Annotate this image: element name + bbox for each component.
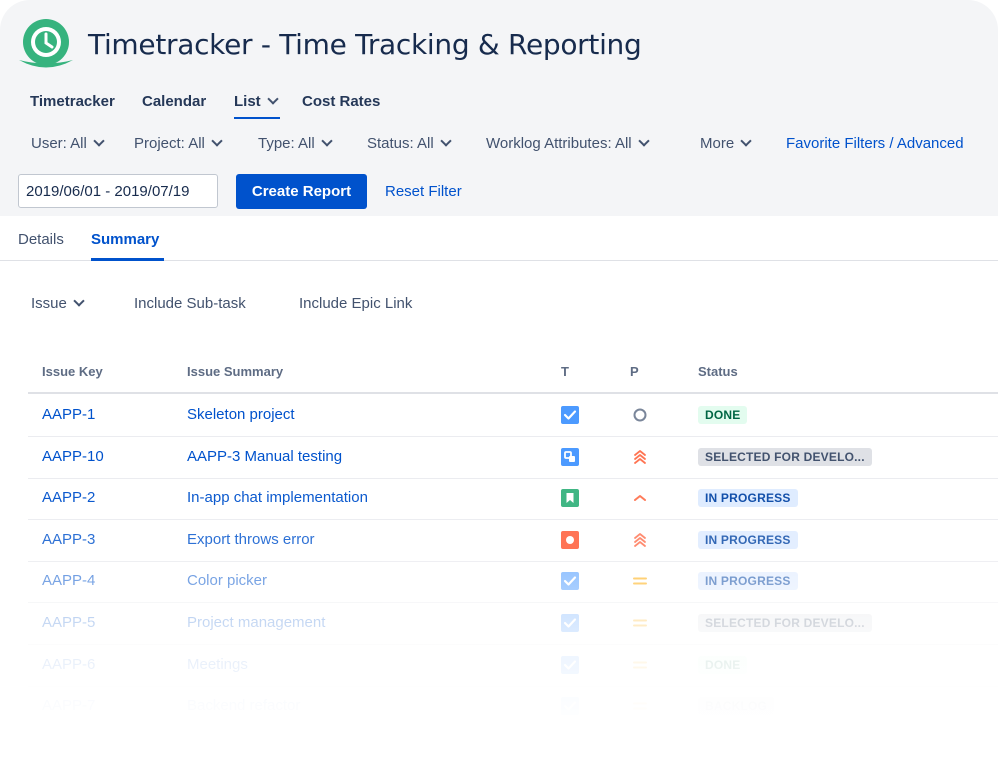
chevron-down-icon <box>93 135 105 147</box>
filter-worklog-attributes[interactable]: Worklog Attributes: All <box>486 135 650 152</box>
nav-active-indicator <box>234 117 280 119</box>
column-header-type[interactable]: T <box>561 364 569 379</box>
favorite-filters-link[interactable]: Favorite Filters / Advanced <box>786 135 964 152</box>
timetracker-logo-icon <box>19 19 73 68</box>
filter-status[interactable]: Status: All <box>367 135 452 152</box>
chevron-down-icon <box>637 135 650 147</box>
filter-user[interactable]: User: All <box>31 135 105 152</box>
filter-type-label: Type: All <box>258 135 315 152</box>
tab-details[interactable]: Details <box>18 231 64 248</box>
status-badge: IN PROGRESS <box>698 489 798 508</box>
status-badge: SELECTED FOR DEVELO... <box>698 614 872 632</box>
issue-key-link[interactable]: AAPP-3 <box>42 531 95 548</box>
tab-active-indicator <box>91 258 164 261</box>
nav-cost-rates[interactable]: Cost Rates <box>302 93 380 110</box>
app-title: Timetracker - Time Tracking & Reporting <box>88 28 642 61</box>
priority-highest-icon <box>632 532 648 548</box>
column-header-issue-key[interactable]: Issue Key <box>42 364 103 379</box>
issue-key-link[interactable]: AAPP-6 <box>42 656 95 673</box>
issue-summary-link[interactable]: Project management <box>187 614 325 631</box>
issue-key-link[interactable]: AAPP-1 <box>42 406 95 423</box>
chevron-down-icon <box>440 135 452 147</box>
chevron-down-icon <box>321 135 333 147</box>
nav-timetracker[interactable]: Timetracker <box>30 93 115 110</box>
task-type-icon <box>561 655 579 674</box>
table-row[interactable]: AAPP-4 Color picker IN PROGRESS <box>28 560 998 604</box>
story-type-icon <box>561 489 579 508</box>
filter-project[interactable]: Project: All <box>134 135 223 152</box>
nav-list-label: List <box>234 93 261 110</box>
issue-key-link[interactable]: AAPP-2 <box>42 489 95 506</box>
issue-key-link[interactable]: AAPP-5 <box>42 614 95 631</box>
issue-summary-link[interactable]: Meetings <box>187 656 248 673</box>
nav-calendar[interactable]: Calendar <box>142 93 206 110</box>
priority-medium-icon <box>632 657 648 673</box>
issue-summary-link[interactable]: Export throws error <box>187 531 315 548</box>
table-row[interactable]: AAPP-6 Meetings DONE <box>28 644 998 687</box>
status-badge: IN PROGRESS <box>698 530 798 549</box>
priority-high-icon <box>632 490 648 506</box>
filter-status-label: Status: All <box>367 135 434 152</box>
column-header-priority[interactable]: P <box>630 364 639 379</box>
task-type-icon <box>561 697 579 716</box>
subtask-type-icon <box>561 447 579 466</box>
table-row[interactable]: AAPP-10 AAPP-3 Manual testing SELECTED FOR… <box>28 436 998 479</box>
filter-more-label: More <box>700 135 735 152</box>
table-row[interactable]: AAPP-1 Skeleton project DONE <box>28 394 998 437</box>
priority-medium-icon <box>632 573 648 589</box>
tab-summary[interactable]: Summary <box>91 231 159 248</box>
column-header-status[interactable]: Status <box>698 364 738 379</box>
include-epic-link-toggle[interactable]: Include Epic Link <box>299 295 412 312</box>
status-badge: SELECTED FOR DEVELO... <box>698 447 872 466</box>
table-row[interactable]: AAPP-7 Backend refactor BACKLOG <box>28 685 998 729</box>
priority-medium-icon <box>632 615 648 631</box>
filter-project-label: Project: All <box>134 135 205 152</box>
issue-summary-link[interactable]: In-app chat implementation <box>187 489 368 506</box>
status-badge: DONE <box>698 655 748 674</box>
column-header-issue-summary[interactable]: Issue Summary <box>187 364 283 379</box>
chevron-down-icon <box>211 135 223 147</box>
nav-list[interactable]: List <box>234 93 279 110</box>
chevron-down-icon <box>267 93 279 105</box>
include-subtask-toggle[interactable]: Include Sub-task <box>134 295 246 312</box>
filter-type[interactable]: Type: All <box>258 135 333 152</box>
issue-summary-link[interactable]: AAPP-3 Manual testing <box>187 448 342 465</box>
table-row[interactable]: AAPP-3 Export throws error IN PROGRESS <box>28 519 998 562</box>
task-type-icon <box>561 406 579 424</box>
priority-medium-icon <box>632 698 648 714</box>
status-badge: BACKLOG <box>698 697 775 716</box>
bug-type-icon <box>561 530 579 549</box>
create-report-button[interactable]: Create Report <box>236 174 367 209</box>
filter-worklog-label: Worklog Attributes: All <box>486 135 632 152</box>
status-badge: DONE <box>698 406 748 424</box>
issue-key-link[interactable]: AAPP-10 <box>42 448 104 465</box>
group-by-issue-select[interactable]: Issue <box>31 295 85 312</box>
priority-lowest-icon <box>632 407 648 423</box>
issue-key-link[interactable]: AAPP-7 <box>42 697 95 714</box>
table-row[interactable]: AAPP-2 In-app chat implementation IN PROGR… <box>28 477 998 521</box>
reset-filter-link[interactable]: Reset Filter <box>385 183 462 200</box>
date-range-input[interactable]: 2019/06/01 - 2019/07/19 <box>18 174 218 208</box>
group-by-issue-label: Issue <box>31 295 67 312</box>
status-badge: IN PROGRESS <box>698 572 798 591</box>
filter-user-label: User: All <box>31 135 87 152</box>
chevron-down-icon <box>740 135 752 147</box>
issue-summary-link[interactable]: Backend refactor <box>187 697 300 714</box>
issue-summary-link[interactable]: Skeleton project <box>187 406 295 423</box>
issue-key-link[interactable]: AAPP-4 <box>42 572 95 589</box>
priority-highest-icon <box>632 449 648 465</box>
chevron-down-icon <box>73 295 85 307</box>
table-row[interactable]: AAPP-5 Project management SELECTED FOR DEV… <box>28 602 998 645</box>
task-type-icon <box>561 572 579 591</box>
task-type-icon <box>561 614 579 632</box>
filter-more[interactable]: More <box>700 135 752 152</box>
issue-summary-link[interactable]: Color picker <box>187 572 267 589</box>
